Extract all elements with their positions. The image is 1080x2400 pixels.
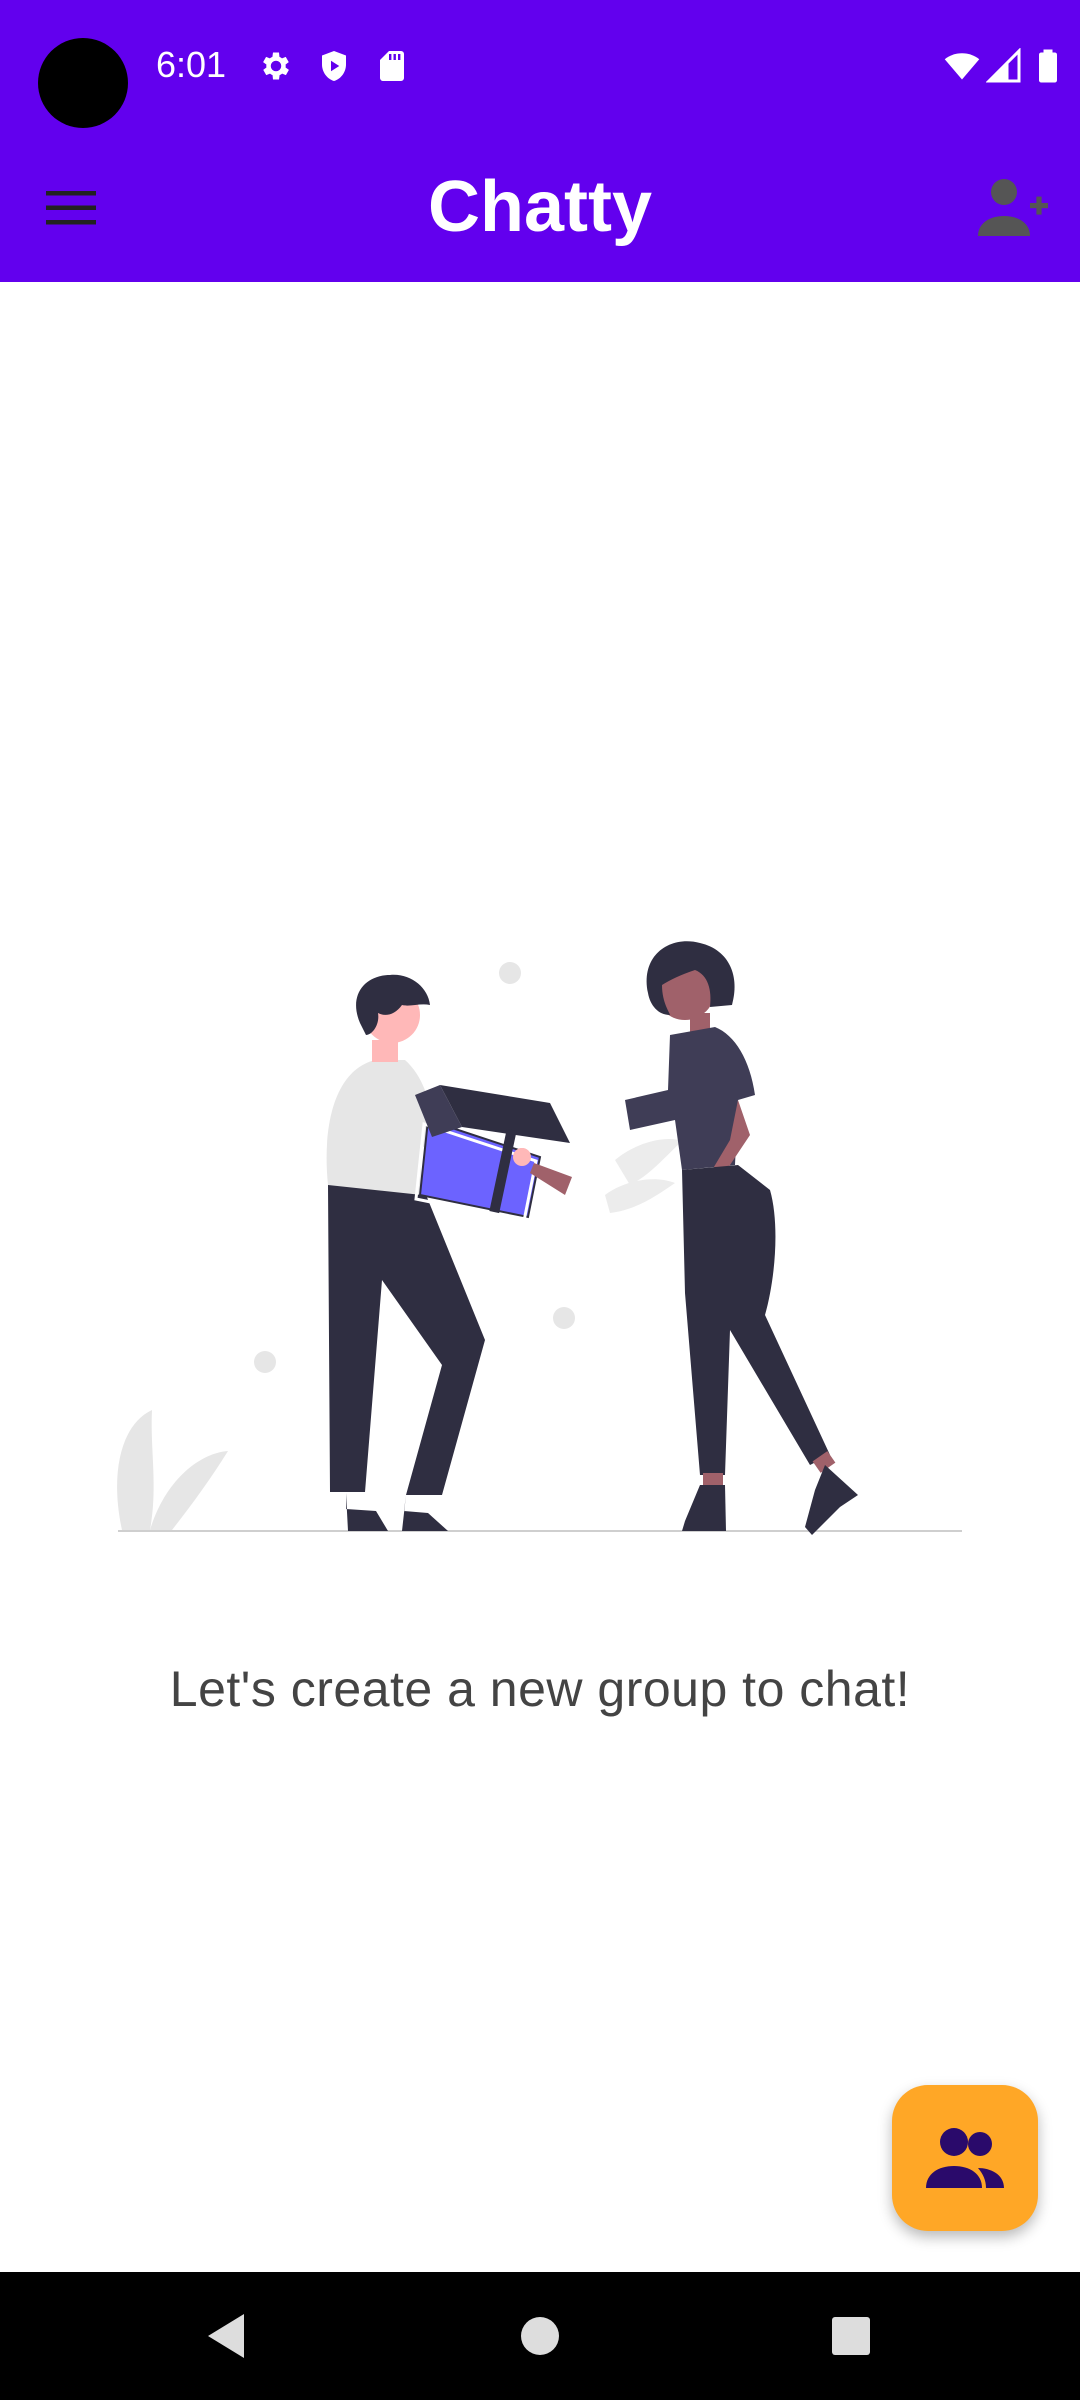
group-icon [926, 2128, 1004, 2188]
back-icon [208, 2314, 244, 2358]
app-bar: Chatty [0, 134, 1080, 282]
status-time: 6:01 [156, 44, 227, 85]
app-title: Chatty [427, 167, 652, 247]
sd-card-icon [380, 51, 404, 81]
recents-icon [832, 2317, 870, 2355]
people-exchanging-gift-illustration [117, 941, 962, 1535]
camera-cutout [38, 38, 128, 128]
gear-icon [263, 52, 289, 80]
signal-icon [986, 48, 1021, 83]
home-button[interactable] [500, 2296, 580, 2376]
empty-state-message: Let's create a new group to chat! [169, 1661, 911, 1717]
add-person-icon [978, 179, 1048, 236]
recents-button[interactable] [811, 2296, 891, 2376]
battery-icon [1039, 49, 1057, 83]
add-person-button[interactable] [968, 162, 1060, 254]
shield-icon [322, 51, 346, 81]
screen: 6:01 Chatty Let's create a new group to … [0, 0, 1080, 2400]
system-nav-bar [0, 2272, 1080, 2400]
home-icon [521, 2317, 559, 2355]
back-button[interactable] [186, 2296, 266, 2376]
create-group-fab[interactable] [892, 2085, 1038, 2231]
wifi-icon [944, 53, 980, 80]
status-bar: 6:01 [0, 0, 1080, 134]
